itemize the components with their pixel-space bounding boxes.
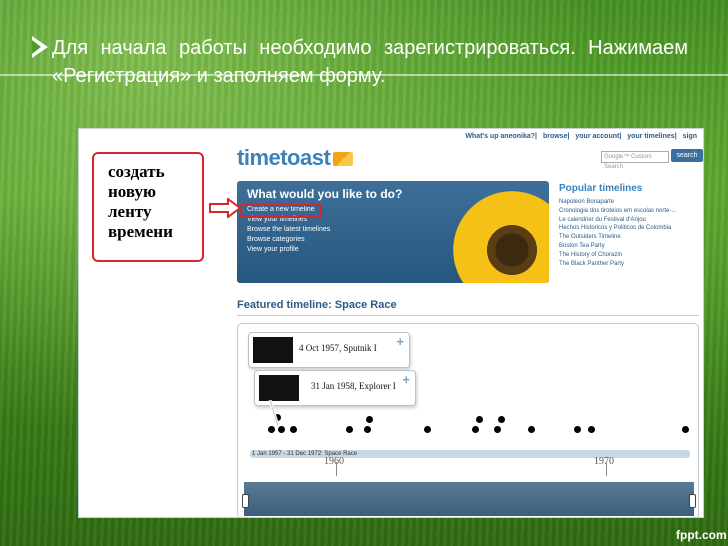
plus-icon[interactable]: + (396, 334, 404, 349)
year-tick (606, 462, 607, 476)
event-dot[interactable] (346, 426, 353, 433)
event-dot[interactable] (682, 426, 689, 433)
arrow-right-icon (209, 198, 242, 218)
top-link[interactable]: your timelines (627, 133, 674, 140)
event-dot[interactable] (366, 416, 373, 423)
timeline-scrollbar[interactable] (244, 482, 694, 516)
featured-title: Featured timeline: Space Race (237, 299, 397, 311)
card-label: 31 Jan 1958, Explorer I (311, 381, 396, 391)
search-input[interactable]: Google™ Custom Search (601, 151, 669, 170)
top-link[interactable]: browse (543, 133, 568, 140)
logo-text: timetoast (237, 145, 331, 170)
slide-body-text: Для начала работы необходимо зарегистрир… (52, 34, 688, 90)
toast-icon (333, 152, 354, 167)
scroll-handle-right[interactable] (689, 494, 696, 508)
top-links: What's up aneonika?| browse| your accoun… (465, 133, 697, 140)
sunflower-image (453, 191, 549, 283)
popular-item[interactable]: Cronologia dos tiroteios em escolas nort… (559, 207, 697, 216)
top-link[interactable]: sign (683, 133, 697, 140)
top-link[interactable]: What's up aneonika? (465, 133, 535, 140)
year-tick (336, 462, 337, 476)
timetoast-logo[interactable]: timetoast (237, 145, 354, 171)
card-label: 4 Oct 1957, Sputnik I (299, 343, 377, 353)
annotation-text: создать новую ленту времени (108, 162, 173, 242)
scroll-handle-left[interactable] (242, 494, 249, 508)
event-dot[interactable] (528, 426, 535, 433)
event-dot[interactable] (424, 426, 431, 433)
popular-item[interactable]: Hechos Historicos y Politicos de Colombi… (559, 224, 697, 233)
create-timeline-highlight (240, 204, 322, 218)
event-dot[interactable] (290, 426, 297, 433)
annotation-line: создать (108, 162, 165, 181)
footer-logo: fppt.com (676, 528, 727, 542)
explorer-thumbnail (259, 375, 299, 401)
year-label: 1970 (594, 456, 614, 467)
top-link[interactable]: your account (575, 133, 619, 140)
event-dot[interactable] (494, 426, 501, 433)
annotation-box: создать новую ленту времени (92, 152, 204, 262)
popular-title: Popular timelines (559, 183, 643, 194)
popular-item[interactable]: The Black Panther Party (559, 260, 697, 269)
event-dot[interactable] (364, 426, 371, 433)
hero-panel: What would you like to do? Create a new … (237, 181, 549, 283)
event-dot[interactable] (588, 426, 595, 433)
popular-item[interactable]: Le calendrier du Festival d'Anjou (559, 216, 697, 225)
event-dot[interactable] (498, 416, 505, 423)
popular-item[interactable]: Napoleon Bonaparte (559, 198, 697, 207)
timeline-range-band: 1 Jan 1957 - 31 Dec 1972: Space Race (250, 450, 690, 458)
timeline-card[interactable]: 4 Oct 1957, Sputnik I + (248, 332, 410, 368)
popular-timelines: Popular timelines Napoleon Bonaparte Cro… (559, 183, 697, 268)
view-profile-link[interactable]: View your profile (247, 245, 330, 255)
year-label: 1960 (324, 456, 344, 467)
hero-title: What would you like to do? (247, 187, 403, 201)
featured-divider (237, 315, 699, 316)
annotation-line: времени (108, 222, 173, 241)
popular-item[interactable]: Boston Tea Party (559, 242, 697, 251)
event-dot[interactable] (574, 426, 581, 433)
popular-item[interactable]: The Outsiders Timeline (559, 233, 697, 242)
event-dot[interactable] (476, 416, 483, 423)
event-dot[interactable] (472, 426, 479, 433)
timeline-widget[interactable]: 4 Oct 1957, Sputnik I + 31 Jan 1958, Exp… (237, 323, 699, 517)
card-pointer (268, 400, 280, 427)
slide-text-line2: «Регистрация» и заполняем форму. (52, 65, 386, 87)
bullet-arrow-icon (32, 36, 48, 58)
annotation-line: ленту (108, 202, 152, 221)
popular-item[interactable]: The History of Chorazin (559, 251, 697, 260)
search-button[interactable]: search (671, 149, 703, 162)
browse-categories-link[interactable]: Browse categories (247, 235, 330, 245)
browse-latest-link[interactable]: Browse the latest timelines (247, 225, 330, 235)
slide-text-line1: Для начала работы необходимо зарегистрир… (52, 37, 688, 59)
plus-icon[interactable]: + (402, 372, 410, 387)
sputnik-thumbnail (253, 337, 293, 363)
annotation-line: новую (108, 182, 156, 201)
